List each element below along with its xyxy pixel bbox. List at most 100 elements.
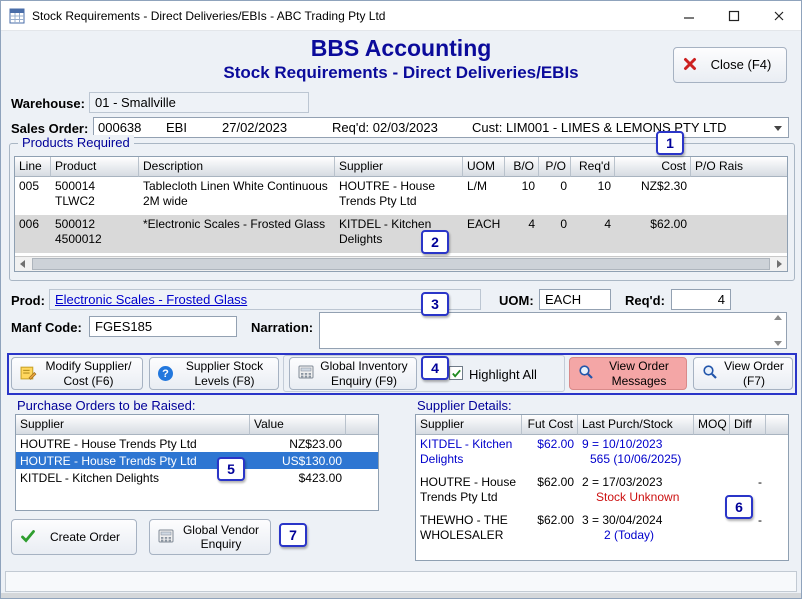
bottom-strip [1, 593, 801, 598]
narration-field[interactable] [319, 312, 787, 349]
close-window-button[interactable] [756, 1, 801, 31]
col-value[interactable]: Value [250, 415, 346, 435]
col-line[interactable]: Line [15, 157, 51, 177]
order-customer: Cust: LIM001 - LIMES & LEMONS PTY LTD [472, 120, 788, 135]
sd-supplier: KITDEL - Kitchen Delights [416, 435, 522, 473]
scrollbar-thumb[interactable] [32, 258, 770, 270]
sd-supplier: THEWHO - THE WHOLESALER [416, 511, 522, 549]
global-inventory-enquiry-button[interactable]: Global Inventory Enquiry (F9) [289, 357, 417, 390]
po-value: $423.00 [250, 469, 346, 486]
supplier-stock-levels-button[interactable]: ? Supplier Stock Levels (F8) [149, 357, 279, 390]
view-order-messages-button[interactable]: View Order Messages [569, 357, 687, 390]
narration-label: Narration: [251, 320, 313, 335]
col-supplier[interactable]: Supplier [16, 415, 250, 435]
cell-po-raised [691, 215, 787, 253]
callout-1: 1 [656, 131, 684, 155]
chevron-down-icon[interactable] [774, 126, 782, 131]
table-row-selected[interactable]: 006 500012 4500012 *Electronic Scales - … [15, 215, 787, 253]
col-product[interactable]: Product [51, 157, 139, 177]
green-check-icon [20, 528, 36, 547]
table-row[interactable]: 005 500014 TLWC2 Tablecloth Linen White … [15, 177, 787, 215]
sd-supplier: HOUTRE - House Trends Pty Ltd [416, 473, 522, 511]
reqd-field[interactable]: 4 [671, 289, 731, 310]
sd-spacer [766, 473, 788, 511]
col-cost[interactable]: Cost [615, 157, 691, 177]
po-supplier: HOUTRE - House Trends Pty Ltd [16, 452, 250, 469]
sales-order-combobox[interactable]: 000638 EBI 27/02/2023 Req'd: 02/03/2023 … [93, 117, 789, 138]
cell-description: Tablecloth Linen White Continuous 2M wid… [139, 177, 335, 215]
horizontal-scrollbar[interactable] [15, 256, 787, 271]
global-vendor-enquiry-label: Global Vendor Enquiry [180, 523, 262, 552]
col-moq[interactable]: MOQ [694, 415, 730, 435]
po-row[interactable]: HOUTRE - House Trends Pty Ltd NZ$23.00 [16, 435, 378, 452]
minimize-button[interactable] [666, 1, 711, 31]
callout-6: 6 [725, 495, 753, 519]
close-f4-button[interactable]: Close (F4) [673, 47, 787, 83]
scroll-left-icon[interactable] [15, 257, 30, 271]
highlight-all-checkbox[interactable] [449, 366, 463, 380]
scroll-right-icon[interactable] [772, 257, 787, 271]
window-controls [666, 1, 801, 31]
purchase-orders-table: Supplier Value HOUTRE - House Trends Pty… [15, 414, 379, 511]
col-uom[interactable]: UOM [463, 157, 505, 177]
col-fut-cost[interactable]: Fut Cost [522, 415, 578, 435]
col-po-raised[interactable]: P/O Rais [691, 157, 787, 177]
scroll-down-icon[interactable] [774, 341, 782, 346]
supplier-details-title: Supplier Details: [417, 398, 512, 413]
prod-field: Electronic Scales - Frosted Glass [49, 289, 481, 310]
col-bo[interactable]: B/O [505, 157, 539, 177]
col-reqd[interactable]: Req'd [571, 157, 615, 177]
col-last-purch-stock[interactable]: Last Purch/Stock [578, 415, 694, 435]
supplier-row[interactable]: KITDEL - Kitchen Delights $62.00 9 = 10/… [416, 435, 788, 473]
app-window: Stock Requirements - Direct Deliveries/E… [0, 0, 802, 599]
narration-scroll[interactable] [772, 315, 784, 346]
create-order-button[interactable]: Create Order [11, 519, 137, 555]
modify-supplier-cost-label: Modify Supplier/ Cost (F6) [43, 359, 134, 388]
po-row[interactable]: KITDEL - Kitchen Delights $423.00 [16, 469, 378, 486]
prod-link[interactable]: Electronic Scales - Frosted Glass [55, 292, 247, 307]
purchase-orders-title: Purchase Orders to be Raised: [17, 398, 195, 413]
sd-stock: 2 (Today) [582, 528, 654, 542]
col-diff[interactable]: Diff [730, 415, 766, 435]
callout-4: 4 [421, 356, 449, 380]
modify-supplier-cost-button[interactable]: Modify Supplier/ Cost (F6) [11, 357, 143, 390]
global-inventory-enquiry-label: Global Inventory Enquiry (F9) [320, 359, 408, 388]
callout-2: 2 [421, 230, 449, 254]
po-row-selected[interactable]: HOUTRE - House Trends Pty Ltd US$130.00 [16, 452, 378, 469]
view-order-label: View Order (F7) [724, 359, 784, 388]
cell-reqd: 4 [571, 215, 615, 253]
order-type: EBI [166, 120, 222, 135]
po-spacer [346, 435, 378, 452]
magnifier-icon [702, 364, 718, 383]
col-description[interactable]: Description [139, 157, 335, 177]
order-date: 27/02/2023 [222, 120, 332, 135]
manf-code-value: FGES185 [95, 319, 152, 334]
manf-code-field[interactable]: FGES185 [89, 316, 237, 337]
calculator-icon [298, 364, 314, 383]
global-vendor-enquiry-button[interactable]: Global Vendor Enquiry [149, 519, 271, 555]
highlight-all-label[interactable]: Highlight All [469, 367, 537, 382]
view-order-button[interactable]: View Order (F7) [693, 357, 793, 390]
col-po[interactable]: P/O [539, 157, 571, 177]
uom-field[interactable]: EACH [539, 289, 611, 310]
sd-spacer [766, 435, 788, 473]
po-spacer [346, 452, 378, 469]
col-supplier[interactable]: Supplier [416, 415, 522, 435]
note-pencil-icon [20, 364, 37, 384]
prod-label: Prod: [11, 293, 45, 308]
cell-bo: 10 [505, 177, 539, 215]
sd-last-purch-stock: 3 = 30/04/20242 (Today) [578, 511, 694, 549]
supplier-stock-levels-label: Supplier Stock Levels (F8) [179, 359, 270, 388]
create-order-label: Create Order [42, 530, 128, 544]
col-spacer [346, 415, 378, 435]
sales-order-label: Sales Order: [11, 121, 88, 136]
sd-last-purch-stock: 2 = 17/03/2023Stock Unknown [578, 473, 694, 511]
cell-reqd: 10 [571, 177, 615, 215]
sd-fut-cost: $62.00 [522, 511, 578, 549]
scroll-up-icon[interactable] [774, 315, 782, 320]
col-supplier[interactable]: Supplier [335, 157, 463, 177]
po-value: US$130.00 [250, 452, 346, 469]
warehouse-field[interactable]: 01 - Smallville [89, 92, 309, 113]
maximize-button[interactable] [711, 1, 756, 31]
col-spacer [766, 415, 788, 435]
